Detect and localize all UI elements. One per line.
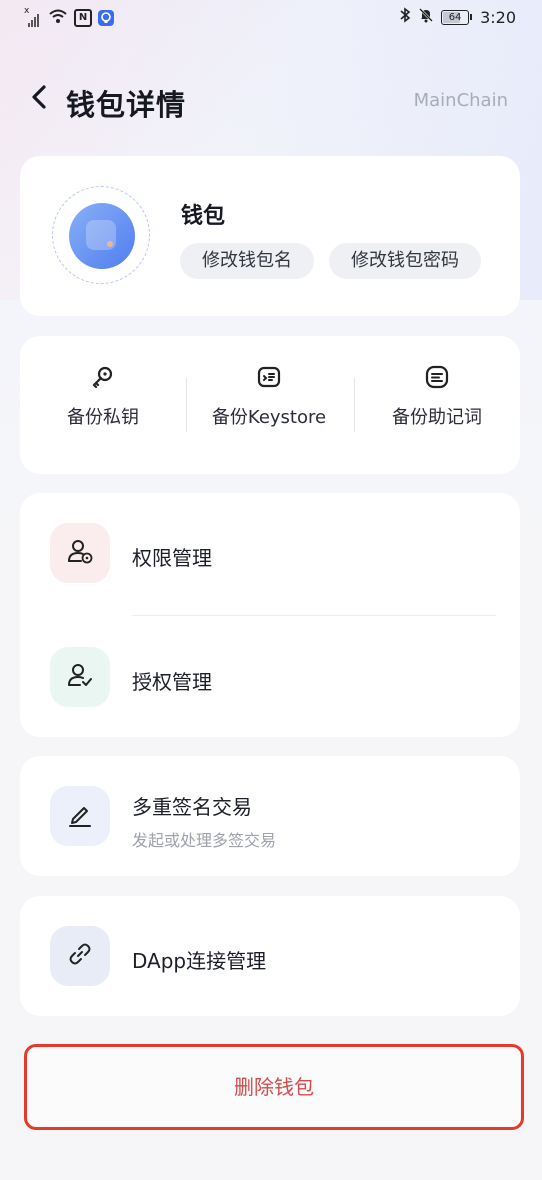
management-card: 权限管理 授权管理 (20, 493, 520, 737)
wallet-name: 钱包 (181, 204, 226, 229)
chevron-left-icon (30, 84, 48, 114)
delete-wallet-label: 删除钱包 (234, 1075, 314, 1099)
wallet-card: 钱包 修改钱包名 修改钱包密码 (20, 156, 520, 316)
battery-icon: 64 (441, 9, 473, 25)
signal-icon: x (24, 6, 42, 27)
wallet-avatar-ring (52, 186, 150, 284)
authorization-management-label: 授权管理 (132, 670, 212, 694)
status-bar-left: x N (24, 6, 114, 28)
authorization-management-row[interactable]: 授权管理 (20, 617, 520, 727)
user-permission-icon (66, 537, 94, 569)
mute-bell-icon (418, 7, 434, 27)
wallet-avatar-icon (86, 220, 116, 250)
permission-management-row[interactable]: 权限管理 (20, 493, 520, 603)
delete-wallet-button[interactable]: 删除钱包 (24, 1044, 524, 1130)
backup-mnemonic-button[interactable]: 备份助记词 (354, 336, 520, 474)
multisig-icon-box (50, 786, 110, 846)
rename-wallet-button[interactable]: 修改钱包名 (180, 243, 314, 279)
nfc-icon: N (74, 9, 92, 27)
authorization-icon-box (50, 647, 110, 707)
mnemonic-icon (424, 364, 450, 390)
multisig-subtitle: 发起或处理多签交易 (132, 831, 277, 850)
keystore-icon (256, 364, 282, 390)
bluetooth-icon (399, 7, 411, 27)
status-bar-right: 64 3:20 (399, 7, 516, 27)
status-bar: x N 64 3:20 (0, 0, 542, 36)
wifi-icon (48, 8, 68, 28)
link-icon (66, 940, 94, 972)
dapp-label: DApp连接管理 (132, 949, 267, 973)
backup-keystore-label: 备份Keystore (211, 407, 327, 428)
dapp-icon-box (50, 926, 110, 986)
change-password-button[interactable]: 修改钱包密码 (329, 243, 481, 279)
backup-private-key-button[interactable]: 备份私钥 (20, 336, 186, 474)
app-notification-icon (98, 10, 114, 26)
row-divider (132, 615, 496, 616)
pen-icon (66, 800, 94, 832)
user-check-icon (66, 661, 94, 693)
back-button[interactable] (22, 82, 56, 116)
backup-private-key-label: 备份私钥 (67, 407, 139, 428)
permission-management-label: 权限管理 (132, 546, 212, 570)
backup-keystore-button[interactable]: 备份Keystore (186, 336, 352, 474)
chain-label: MainChain (413, 90, 508, 111)
backup-card: 备份私钥 备份Keystore 备份助记词 (20, 336, 520, 474)
dapp-card[interactable]: DApp连接管理 (20, 896, 520, 1016)
page-header: 钱包详情 MainChain (0, 70, 542, 134)
permission-icon-box (50, 523, 110, 583)
key-icon (90, 364, 116, 390)
page-title: 钱包详情 (66, 88, 187, 122)
multisig-label: 多重签名交易 (132, 795, 252, 819)
status-time: 3:20 (480, 7, 516, 27)
multisig-card[interactable]: 多重签名交易 发起或处理多签交易 (20, 756, 520, 876)
avatar (69, 203, 135, 269)
backup-mnemonic-label: 备份助记词 (392, 407, 482, 428)
